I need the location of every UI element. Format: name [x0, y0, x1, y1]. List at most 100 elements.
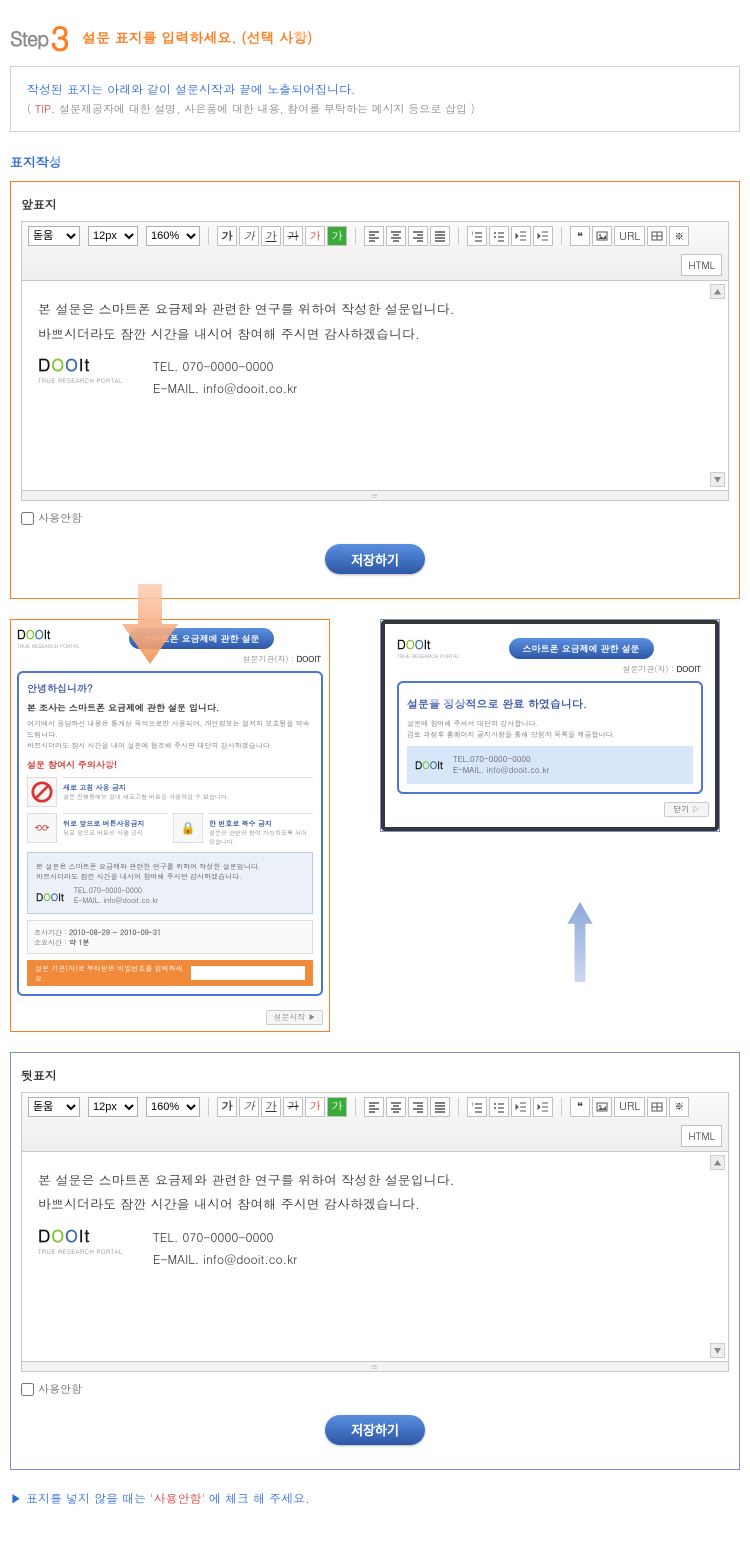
- align-justify-button[interactable]: [430, 1097, 450, 1117]
- disable-checkbox-row: 사용안함: [21, 511, 729, 526]
- editor-line2: 바쁘시더라도 잠깐 시간을 내시어 참여해 주시면 감사하겠습니다.: [38, 1192, 712, 1217]
- step-number: 3: [50, 20, 70, 54]
- fontsize-select[interactable]: 12px: [88, 226, 138, 246]
- front-editor-body[interactable]: ▲ 본 설문은 스마트폰 요금제와 관련한 연구를 위하여 작성한 설문입니다.…: [21, 281, 729, 491]
- save-front-button[interactable]: 저장하기: [325, 544, 425, 574]
- contact-tel: TEL. 070-0000-0000: [153, 356, 297, 378]
- bullet-list-button[interactable]: [489, 226, 509, 246]
- scroll-up-icon[interactable]: ▲: [710, 1155, 725, 1170]
- tb-sep: [561, 227, 562, 245]
- logo-contact-row: DOOIt TRUE RESEARCH PORTAL TEL. 070-0000…: [38, 356, 712, 399]
- align-right-button[interactable]: [408, 1097, 428, 1117]
- underline-button[interactable]: 가: [261, 226, 281, 246]
- url-button[interactable]: URL: [614, 226, 645, 246]
- special-char-button[interactable]: ※: [669, 1097, 689, 1117]
- back-editor-body[interactable]: ▲ 본 설문은 스마트폰 요금제와 관련한 연구를 위하여 작성한 설문입니다.…: [21, 1152, 729, 1362]
- table-button[interactable]: [647, 226, 667, 246]
- font-select[interactable]: 돋움: [28, 226, 80, 246]
- preview-start-button[interactable]: 설문시작 ▶: [266, 1010, 323, 1025]
- align-left-button[interactable]: [364, 226, 384, 246]
- outdent-button[interactable]: [511, 1097, 531, 1117]
- html-toggle-button[interactable]: HTML: [681, 1125, 722, 1147]
- info-tip-label: TIP.: [35, 102, 55, 117]
- scroll-down-icon[interactable]: ▼: [710, 472, 725, 487]
- editor-line1: 본 설문은 스마트폰 요금제와 관련한 연구를 위하여 작성한 설문입니다.: [38, 1168, 712, 1193]
- bgcolor-button[interactable]: 가: [327, 226, 347, 246]
- image-button[interactable]: [592, 226, 612, 246]
- preview-back-insert: DOOIt TEL.070-0000-0000 E-MAIL. info@doo…: [407, 746, 693, 784]
- indent-button[interactable]: [533, 226, 553, 246]
- bullet-list-button[interactable]: [489, 1097, 509, 1117]
- bold-button[interactable]: 가: [217, 226, 237, 246]
- disable-front-checkbox[interactable]: [21, 512, 34, 525]
- strike-button[interactable]: 가: [283, 226, 303, 246]
- bold-button[interactable]: 가: [217, 1097, 237, 1117]
- lineheight-select[interactable]: 160%: [146, 1097, 200, 1117]
- info-main-text: 작성된 표지는 아래와 같이 설문시작과 끝에 노출되어집니다.: [27, 81, 723, 98]
- tb-sep: [458, 227, 459, 245]
- save-back-button[interactable]: 저장하기: [325, 1415, 425, 1445]
- contact-info: TEL. 070-0000-0000 E-MAIL. info@dooit.co…: [153, 356, 297, 399]
- strike-button[interactable]: 가: [283, 1097, 303, 1117]
- list-group: 1: [467, 1097, 553, 1117]
- underline-button[interactable]: 가: [261, 1097, 281, 1117]
- special-char-button[interactable]: ※: [669, 226, 689, 246]
- insert-group: ❝ URL ※: [570, 1097, 689, 1117]
- image-button[interactable]: [592, 1097, 612, 1117]
- resize-grip[interactable]: ≡: [21, 491, 729, 501]
- numbered-list-button[interactable]: 1: [467, 1097, 487, 1117]
- preview-title-pill: 스마트폰 요금제에 관한 설문: [509, 638, 654, 659]
- url-button[interactable]: URL: [614, 1097, 645, 1117]
- dooit-logo: DOOIt TRUE RESEARCH PORTAL: [38, 1227, 123, 1257]
- align-left-button[interactable]: [364, 1097, 384, 1117]
- fontsize-select[interactable]: 12px: [88, 1097, 138, 1117]
- table-button[interactable]: [647, 1097, 667, 1117]
- scroll-up-icon[interactable]: ▲: [710, 284, 725, 299]
- lineheight-select[interactable]: 160%: [146, 226, 200, 246]
- italic-button[interactable]: 가: [239, 1097, 259, 1117]
- align-right-button[interactable]: [408, 226, 428, 246]
- editor-toolbar-front: 돋움 12px 160% 가 가 가 가 가 가 1 ❝: [21, 221, 729, 281]
- disable-checkbox-row: 사용안함: [21, 1382, 729, 1397]
- outdent-button[interactable]: [511, 226, 531, 246]
- html-toggle-button[interactable]: HTML: [681, 254, 722, 276]
- indent-button[interactable]: [533, 1097, 553, 1117]
- section-heading: 표지작성: [10, 152, 740, 171]
- text-style-group: 가 가 가 가 가 가: [217, 226, 347, 246]
- lock-icon: 🔒: [173, 813, 203, 843]
- tb-sep: [208, 227, 209, 245]
- editor-line2: 바쁘시더라도 잠깐 시간을 내시어 참여해 주시면 감사하겠습니다.: [38, 322, 712, 347]
- preview-close-row: 닫기 ▷: [391, 802, 709, 817]
- align-center-button[interactable]: [386, 226, 406, 246]
- resize-grip[interactable]: ≡: [21, 1362, 729, 1372]
- preview-password-input[interactable]: [191, 966, 306, 980]
- scroll-down-icon[interactable]: ▼: [710, 1343, 725, 1358]
- fontcolor-button[interactable]: 가: [305, 226, 325, 246]
- info-sub-body: 설문제공자에 대한 설명, 사은품에 대한 내용, 참여를 부탁하는 메시지 등…: [59, 102, 475, 117]
- preview-text2: 바쁘시더라도 잠시 시간을 내어 설문에 협조해 주시면 대단히 감사하겠습니다…: [27, 740, 313, 751]
- logo-contact-row: DOOIt TRUE RESEARCH PORTAL TEL. 070-0000…: [38, 1227, 712, 1270]
- tb-sep: [458, 1098, 459, 1116]
- preview-logo: DOOIt: [17, 626, 79, 643]
- editor-toolbar-back: 돋움 12px 160% 가 가 가 가 가 가 1 ❝: [21, 1092, 729, 1152]
- preview-close-button[interactable]: 닫기 ▷: [664, 802, 709, 817]
- front-panel-title: 앞표지: [21, 196, 729, 213]
- svg-text:1: 1: [471, 1101, 474, 1108]
- align-justify-button[interactable]: [430, 226, 450, 246]
- align-center-button[interactable]: [386, 1097, 406, 1117]
- numbered-list-button[interactable]: 1: [467, 226, 487, 246]
- italic-button[interactable]: 가: [239, 226, 259, 246]
- preview-meta: 설문기관(자) : DOOIT: [391, 662, 709, 677]
- preview-password-bar: 설문 기관(자)로 부터받은 비밀번호를 입력하세요.: [27, 960, 313, 986]
- disable-back-checkbox[interactable]: [21, 1383, 34, 1396]
- quote-button[interactable]: ❝: [570, 226, 590, 246]
- back-cover-panel: 뒷표지 돋움 12px 160% 가 가 가 가 가 가 1 ❝: [10, 1052, 740, 1470]
- step-title: 설문 표지를 입력하세요. (선택 사항): [82, 27, 312, 47]
- fontcolor-button[interactable]: 가: [305, 1097, 325, 1117]
- preview-title-pill: 스마트폰 요금제에 관한 설문: [129, 628, 274, 649]
- nav-icon: ⟲⟳: [27, 813, 57, 843]
- bgcolor-button[interactable]: 가: [327, 1097, 347, 1117]
- font-select[interactable]: 돋움: [28, 1097, 80, 1117]
- quote-button[interactable]: ❝: [570, 1097, 590, 1117]
- preview-complete-body: 설문을 정상적으로 완료 하였습니다. 설문에 참여해 주셔서 대단히 감사합니…: [397, 681, 703, 794]
